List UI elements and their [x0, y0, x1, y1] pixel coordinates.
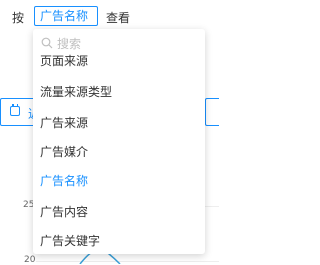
- dropdown-option[interactable]: 广告媒介: [40, 143, 88, 160]
- search-placeholder: 搜索: [57, 37, 82, 51]
- dropdown-option[interactable]: 广告关键字: [40, 232, 100, 249]
- dropdown-option[interactable]: 页面来源: [40, 52, 88, 69]
- dropdown-search[interactable]: 搜索: [39, 33, 195, 53]
- dropdown-option[interactable]: 流量来源类型: [40, 83, 112, 100]
- dropdown-option-selected[interactable]: 广告名称: [40, 172, 88, 189]
- dropdown-option[interactable]: 广告内容: [40, 203, 88, 220]
- search-icon: [41, 37, 53, 49]
- dimension-dropdown: 搜索 页面来源 流量来源类型 广告来源 广告媒介 广告名称 广告内容 广告关键字: [33, 29, 205, 254]
- dropdown-option[interactable]: 广告来源: [40, 114, 88, 131]
